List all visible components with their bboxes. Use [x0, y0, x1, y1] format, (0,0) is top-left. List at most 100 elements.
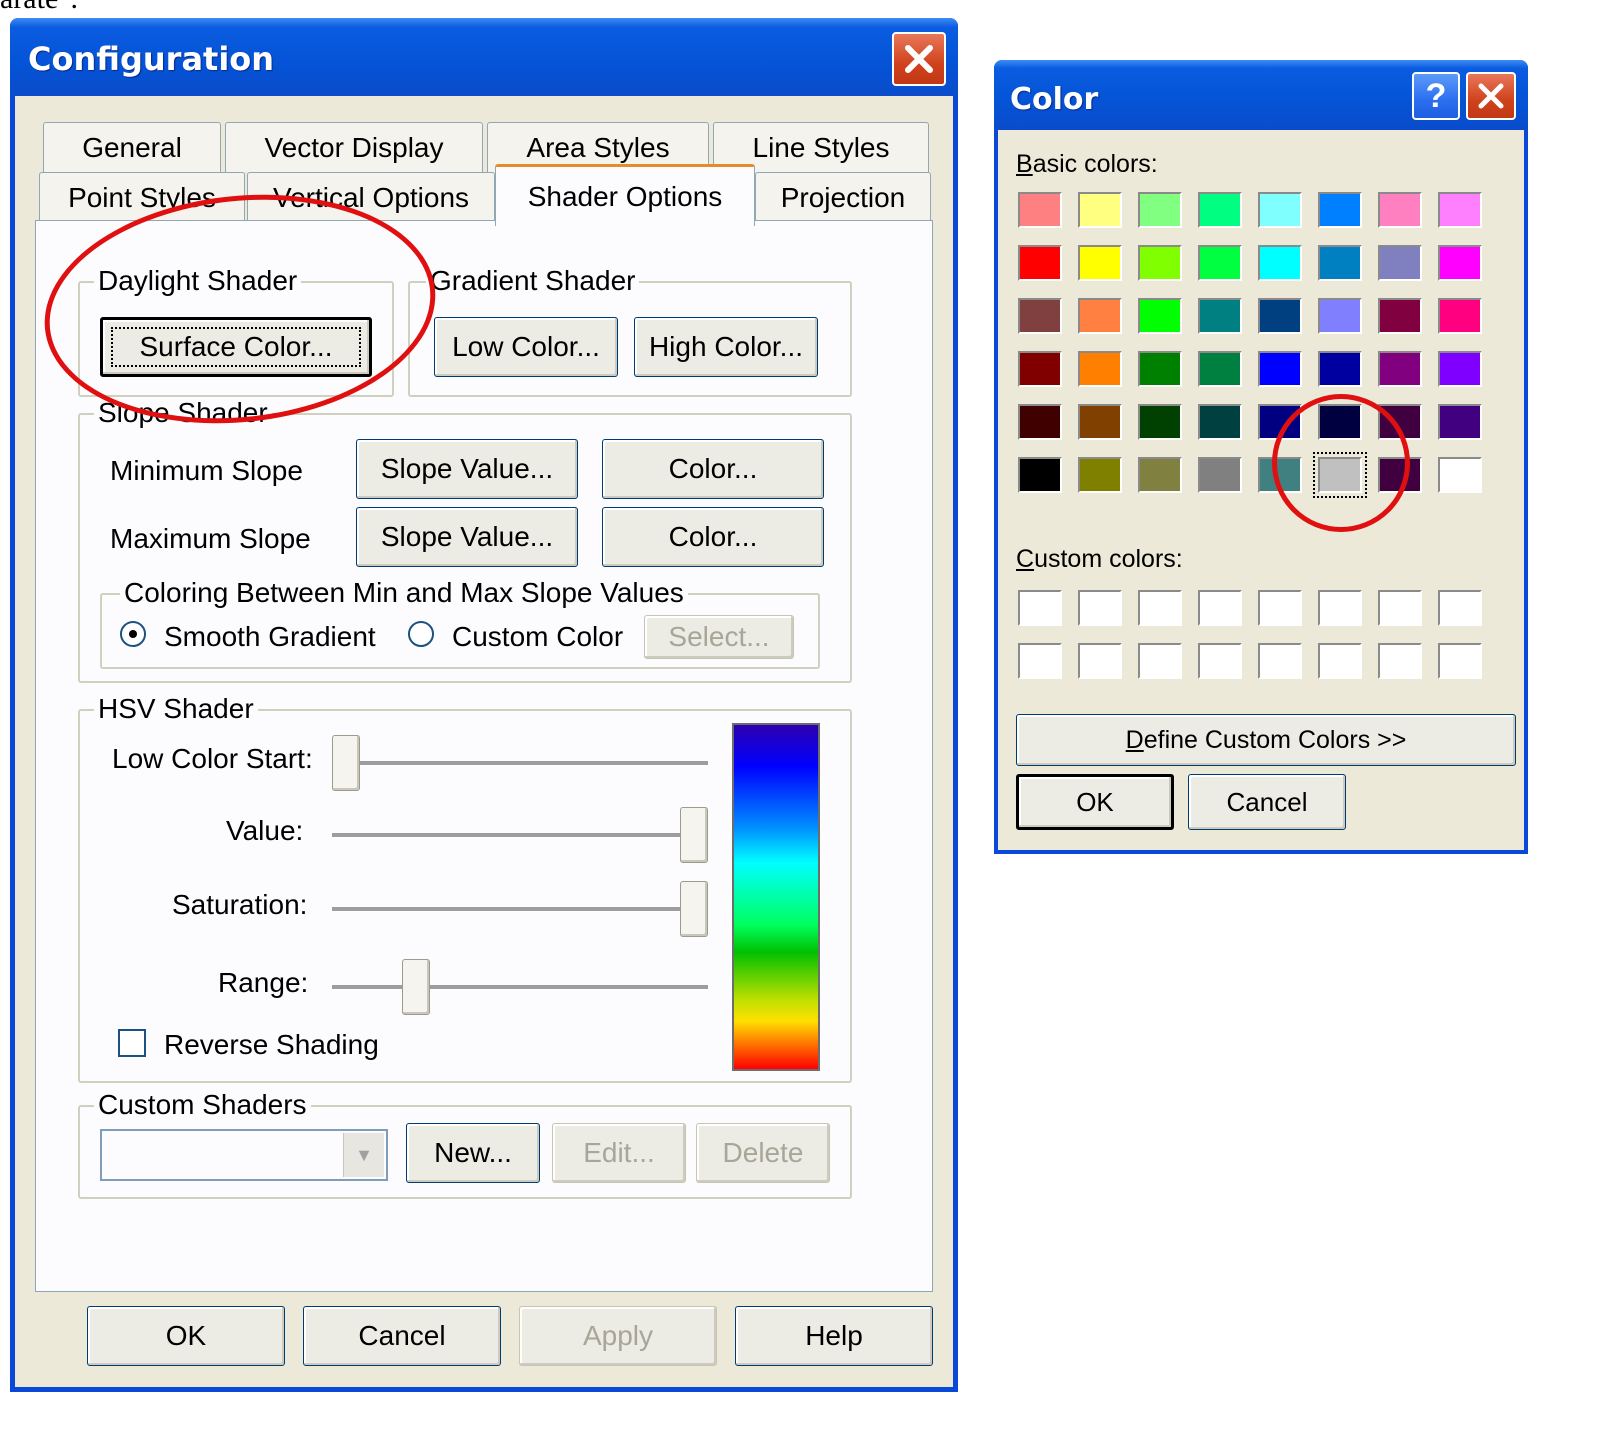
reverse-shading-checkbox[interactable]	[118, 1029, 146, 1057]
basic-color-swatch[interactable]	[1138, 192, 1182, 228]
basic-color-swatch[interactable]	[1378, 351, 1422, 387]
custom-color-swatch[interactable]	[1438, 590, 1482, 626]
custom-color-swatch[interactable]	[1438, 643, 1482, 679]
basic-color-swatch[interactable]	[1018, 404, 1062, 440]
basic-color-swatch[interactable]	[1138, 457, 1182, 493]
custom-color-swatch[interactable]	[1378, 590, 1422, 626]
tab-point-styles[interactable]: Point Styles	[39, 172, 245, 222]
basic-color-swatch[interactable]	[1378, 404, 1422, 440]
basic-color-swatch[interactable]	[1198, 245, 1242, 281]
basic-color-swatch[interactable]	[1198, 457, 1242, 493]
basic-color-swatch[interactable]	[1078, 245, 1122, 281]
custom-color-label[interactable]: Custom Color	[452, 621, 623, 653]
define-custom-colors-button[interactable]: Define Custom Colors >>	[1016, 714, 1516, 766]
min-slope-color-button[interactable]: Color...	[602, 439, 824, 499]
basic-color-swatch[interactable]	[1258, 298, 1302, 334]
basic-color-swatch[interactable]	[1018, 245, 1062, 281]
basic-color-swatch[interactable]	[1198, 404, 1242, 440]
basic-color-swatch[interactable]	[1258, 192, 1302, 228]
custom-color-swatch[interactable]	[1258, 590, 1302, 626]
basic-color-swatch[interactable]	[1078, 457, 1122, 493]
basic-color-swatch[interactable]	[1138, 298, 1182, 334]
color-titlebar[interactable]: Color ?	[994, 60, 1528, 130]
basic-color-swatch[interactable]	[1318, 351, 1362, 387]
basic-color-swatch[interactable]	[1438, 192, 1482, 228]
tab-vector-display[interactable]: Vector Display	[225, 122, 483, 172]
tab-general[interactable]: General	[43, 122, 221, 172]
high-color-button[interactable]: High Color...	[634, 317, 818, 377]
color-close-button[interactable]	[1466, 72, 1516, 120]
custom-color-swatch[interactable]	[1318, 643, 1362, 679]
saturation-slider[interactable]	[680, 881, 708, 937]
smooth-gradient-label[interactable]: Smooth Gradient	[164, 621, 376, 653]
basic-color-swatch[interactable]	[1258, 351, 1302, 387]
basic-color-swatch[interactable]	[1078, 192, 1122, 228]
basic-color-swatch[interactable]	[1198, 351, 1242, 387]
basic-color-swatch[interactable]	[1318, 298, 1362, 334]
color-cancel-button[interactable]: Cancel	[1188, 774, 1346, 830]
color-ok-button[interactable]: OK	[1016, 774, 1174, 830]
basic-color-swatch[interactable]	[1318, 404, 1362, 440]
tab-projection[interactable]: Projection	[755, 172, 931, 222]
smooth-gradient-radio[interactable]	[120, 621, 146, 647]
basic-color-swatch[interactable]	[1078, 404, 1122, 440]
basic-color-swatch[interactable]	[1378, 245, 1422, 281]
basic-color-swatch[interactable]	[1438, 457, 1482, 493]
config-close-button[interactable]	[892, 32, 946, 86]
basic-color-swatch[interactable]	[1313, 452, 1367, 498]
custom-color-swatch[interactable]	[1258, 643, 1302, 679]
basic-color-swatch[interactable]	[1018, 457, 1062, 493]
custom-color-swatch[interactable]	[1318, 590, 1362, 626]
custom-color-swatch[interactable]	[1078, 643, 1122, 679]
custom-color-swatch[interactable]	[1078, 590, 1122, 626]
basic-color-swatch[interactable]	[1438, 298, 1482, 334]
custom-color-swatch[interactable]	[1198, 643, 1242, 679]
range-slider[interactable]	[401, 959, 430, 1015]
value-slider[interactable]	[680, 807, 708, 863]
low-color-button[interactable]: Low Color...	[434, 317, 618, 377]
basic-color-swatch[interactable]	[1258, 457, 1302, 493]
config-cancel-button[interactable]: Cancel	[303, 1306, 501, 1366]
max-slope-value-button[interactable]: Slope Value...	[356, 507, 578, 567]
basic-color-swatch[interactable]	[1378, 192, 1422, 228]
custom-shader-select[interactable]: ▼	[100, 1129, 388, 1181]
basic-color-swatch[interactable]	[1258, 245, 1302, 281]
config-apply-button[interactable]: Apply	[519, 1306, 717, 1366]
basic-color-swatch[interactable]	[1318, 192, 1362, 228]
new-shader-button[interactable]: New...	[406, 1123, 540, 1183]
dropdown-button[interactable]: ▼	[343, 1133, 384, 1177]
basic-color-swatch[interactable]	[1138, 351, 1182, 387]
basic-color-swatch[interactable]	[1018, 351, 1062, 387]
low-color-start-slider[interactable]	[332, 735, 360, 791]
configuration-titlebar[interactable]: Configuration	[10, 18, 958, 96]
surface-color-button[interactable]: Surface Color...	[100, 317, 372, 377]
basic-color-swatch[interactable]	[1138, 404, 1182, 440]
custom-color-swatch[interactable]	[1138, 590, 1182, 626]
custom-color-swatch[interactable]	[1138, 643, 1182, 679]
custom-color-swatch[interactable]	[1378, 643, 1422, 679]
basic-color-swatch[interactable]	[1078, 298, 1122, 334]
custom-color-radio[interactable]	[408, 621, 434, 647]
basic-color-swatch[interactable]	[1378, 457, 1422, 493]
reverse-shading-label[interactable]: Reverse Shading	[164, 1029, 379, 1061]
custom-color-swatch[interactable]	[1018, 590, 1062, 626]
custom-color-swatch[interactable]	[1018, 643, 1062, 679]
edit-shader-button[interactable]: Edit...	[552, 1123, 686, 1183]
max-slope-color-button[interactable]: Color...	[602, 507, 824, 567]
tab-shader-options[interactable]: Shader Options	[495, 164, 755, 226]
basic-color-swatch[interactable]	[1438, 245, 1482, 281]
basic-color-swatch[interactable]	[1198, 298, 1242, 334]
delete-shader-button[interactable]: Delete	[696, 1123, 830, 1183]
basic-color-swatch[interactable]	[1378, 298, 1422, 334]
basic-color-swatch[interactable]	[1018, 298, 1062, 334]
help-button[interactable]: ?	[1412, 72, 1460, 120]
select-color-button[interactable]: Select...	[644, 615, 794, 659]
basic-color-swatch[interactable]	[1078, 351, 1122, 387]
min-slope-value-button[interactable]: Slope Value...	[356, 439, 578, 499]
basic-color-swatch[interactable]	[1258, 404, 1302, 440]
basic-color-swatch[interactable]	[1138, 245, 1182, 281]
config-ok-button[interactable]: OK	[87, 1306, 285, 1366]
basic-color-swatch[interactable]	[1318, 245, 1362, 281]
basic-color-swatch[interactable]	[1438, 351, 1482, 387]
custom-color-swatch[interactable]	[1198, 590, 1242, 626]
